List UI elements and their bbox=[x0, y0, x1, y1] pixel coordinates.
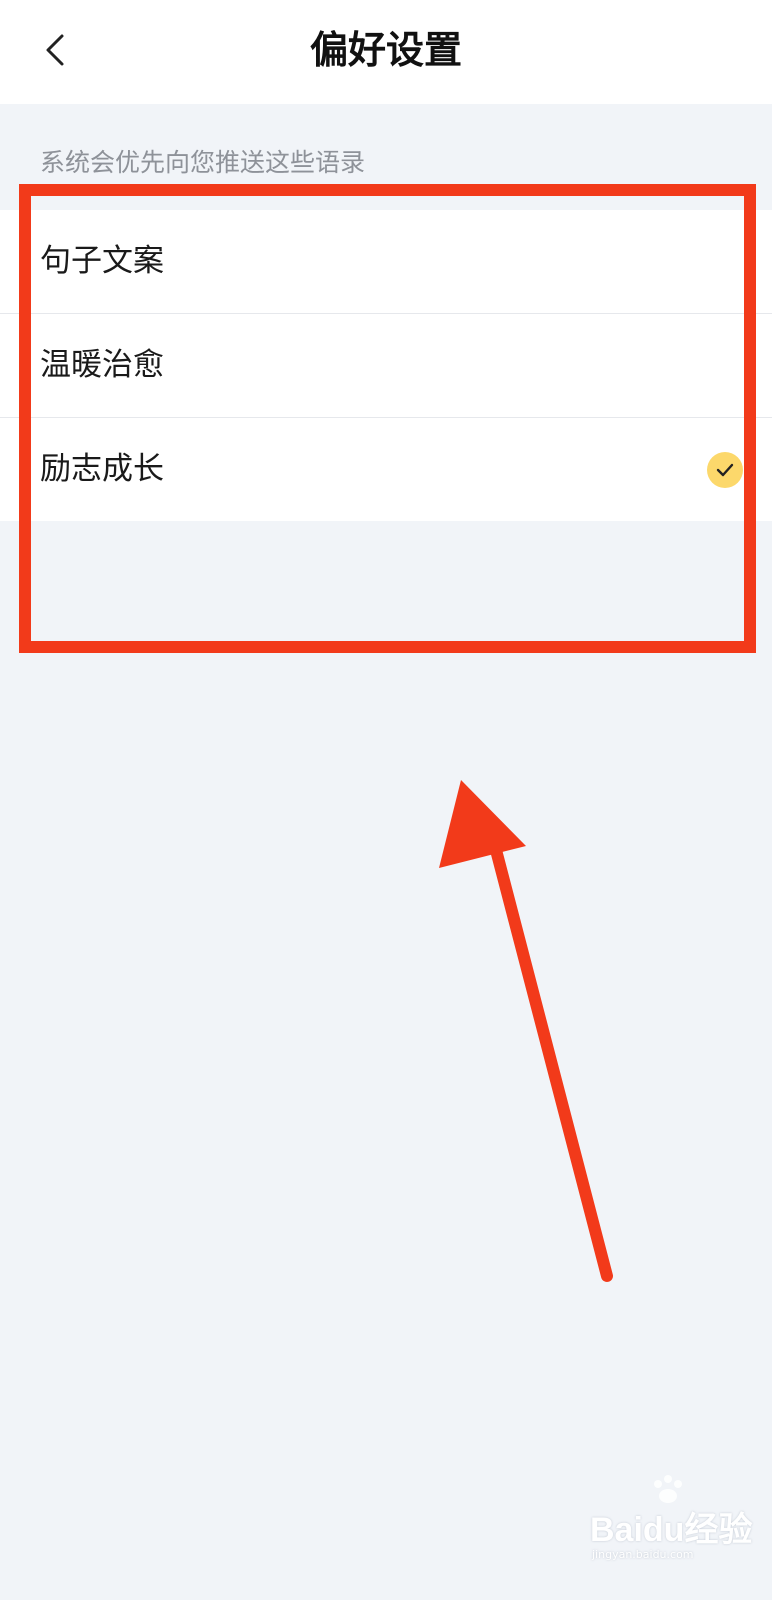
back-button[interactable] bbox=[28, 20, 80, 80]
preference-item-growth[interactable]: 励志成长 bbox=[0, 418, 772, 521]
preference-label: 温暖治愈 bbox=[40, 347, 164, 383]
check-icon bbox=[707, 452, 743, 488]
preference-item-healing[interactable]: 温暖治愈 bbox=[0, 314, 772, 418]
top-bar: 偏好设置 bbox=[0, 0, 772, 104]
watermark-sub: jingyan.baidu.com bbox=[592, 1548, 694, 1561]
chevron-left-icon bbox=[46, 34, 64, 66]
watermark-text: Baidu经验 bbox=[590, 1511, 753, 1549]
arrow-head bbox=[439, 780, 526, 868]
baidu-watermark: Baidu经验 jingyan.baidu.com bbox=[590, 1475, 760, 1572]
preference-item-sentence[interactable]: 句子文案 bbox=[0, 210, 772, 314]
preference-hint: 系统会优先向您推送这些语录 bbox=[40, 148, 366, 177]
preference-label: 励志成长 bbox=[40, 451, 164, 487]
page-title: 偏好设置 bbox=[309, 28, 462, 72]
arrow-shaft bbox=[490, 844, 613, 1282]
preference-label: 句子文案 bbox=[40, 243, 164, 279]
preference-list: 句子文案 温暖治愈 励志成长 bbox=[0, 210, 772, 521]
